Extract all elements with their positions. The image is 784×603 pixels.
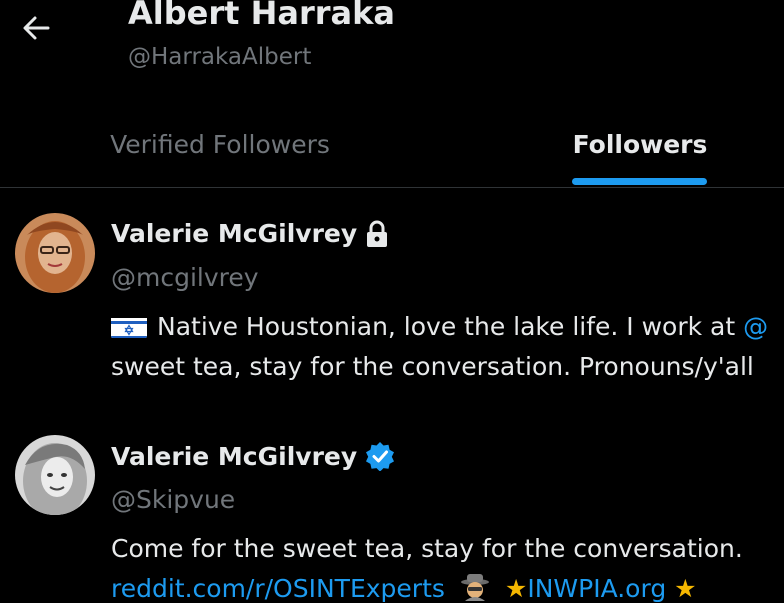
back-button[interactable]	[18, 10, 54, 46]
bio-line: Native Houstonian, love the lake life. I…	[111, 307, 768, 347]
list-item[interactable]: Valerie McGilvrey @mcgilvrey Native Hous…	[0, 189, 784, 409]
spy-emoji-icon	[459, 573, 491, 601]
bio-link-reddit[interactable]: reddit.com/r/OSINTExperts	[111, 574, 445, 603]
israel-flag-icon	[111, 314, 147, 338]
user-name[interactable]: Valerie McGilvrey	[111, 441, 395, 471]
profile-handle: @HarrakaAlbert	[128, 44, 312, 70]
user-handle: @Skipvue	[111, 485, 236, 514]
active-tab-indicator	[572, 178, 707, 185]
avatar[interactable]	[15, 213, 95, 293]
bio-text: Come for the sweet tea, stay for the con…	[111, 534, 743, 563]
bio-mention-link[interactable]: @	[743, 312, 768, 341]
bio-line: sweet tea, stay for the conversation. Pr…	[111, 352, 754, 381]
user-name-text: Valerie McGilvrey	[111, 219, 358, 248]
profile-name: Albert Harraka	[128, 0, 395, 32]
bio-link-inwpia[interactable]: INWPIA.org	[527, 574, 666, 603]
lock-icon	[367, 220, 388, 247]
verified-badge-icon	[366, 442, 395, 471]
user-name-text: Valerie McGilvrey	[111, 441, 358, 471]
user-handle: @mcgilvrey	[111, 263, 259, 292]
tab-verified-followers[interactable]: Verified Followers	[60, 100, 380, 188]
bio-line: Come for the sweet tea, stay for the con…	[111, 529, 743, 569]
list-item[interactable]: Valerie McGilvrey @Skipvue Come for the …	[0, 409, 784, 603]
star-icon: ★	[504, 574, 528, 603]
bio-line: reddit.com/r/OSINTExperts ★INWPIA.org ★	[111, 569, 743, 603]
tab-bar: Verified Followers Followers	[0, 100, 784, 188]
user-name[interactable]: Valerie McGilvrey	[111, 219, 389, 248]
user-bio: Come for the sweet tea, stay for the con…	[111, 529, 743, 603]
avatar[interactable]	[15, 435, 95, 515]
followers-screen: Albert Harraka @HarrakaAlbert Verified F…	[0, 0, 784, 603]
bio-text: Native Houstonian, love the lake life. I…	[157, 312, 744, 341]
arrow-left-icon	[23, 16, 50, 40]
user-bio: Native Houstonian, love the lake life. I…	[111, 307, 768, 387]
tab-followers[interactable]: Followers	[540, 100, 740, 188]
star-icon: ★	[674, 574, 697, 603]
